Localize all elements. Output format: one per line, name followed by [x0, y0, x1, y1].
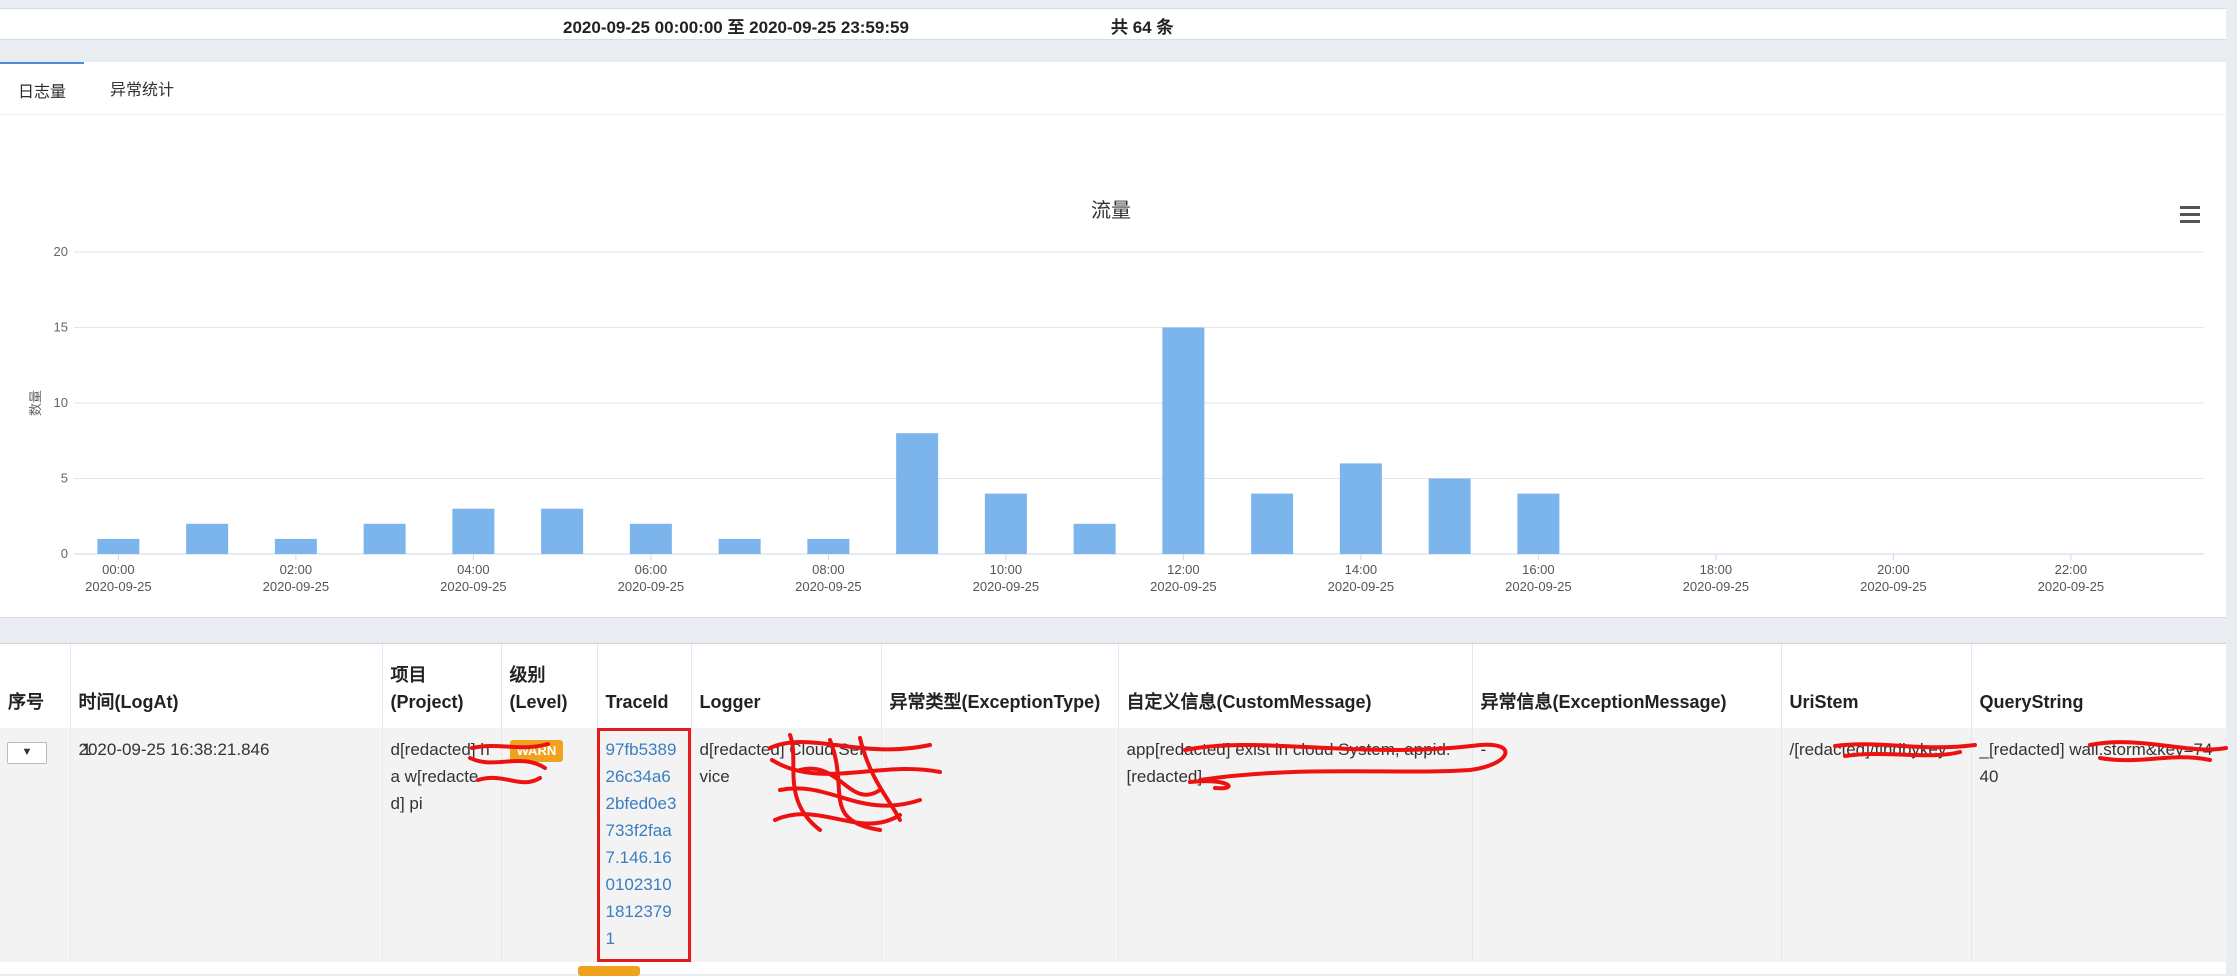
row-index-cell: ▼ [0, 728, 70, 962]
col-log-at[interactable]: 时间(LogAt) [69, 644, 382, 728]
bar [1251, 493, 1294, 554]
bar [807, 538, 850, 554]
exception-message-cell: - [1471, 728, 1781, 962]
chart-panel: 日志量 异常统计 流量 0 5 10 15 20 数量 00:00 2020-09-25 02:0… [0, 62, 2226, 618]
x-tick-time: 22:00 [2055, 562, 2088, 577]
trace-id-link[interactable]: 97fb538926c34a62bfed0e3733f2faa7.146.160… [606, 736, 680, 952]
x-tick-time: 08:00 [812, 562, 845, 577]
project-cell: d[redacted] ha w[redacted] pi [381, 728, 501, 962]
bar [541, 508, 584, 554]
y-tick-label: 5 [61, 471, 68, 486]
bar [718, 538, 761, 554]
trace-id-cell[interactable]: 97fb538926c34a62bfed0e3733f2faa7.146.160… [596, 728, 691, 962]
uri-stem-cell: /[redacted]/findbykey [1780, 728, 1971, 962]
y-tick-label: 10 [54, 395, 68, 410]
exception-type-cell: - [880, 728, 1118, 962]
x-tick-date: 2020-09-25 [2038, 579, 2105, 594]
col-index[interactable]: 序号 [0, 644, 70, 728]
x-tick-time: 14:00 [1345, 562, 1378, 577]
x-tick-date: 2020-09-25 [263, 579, 330, 594]
date-range-label: 2020-09-25 00:00:00 至 2020-09-25 23:59:5… [563, 18, 909, 37]
x-tick-time: 10:00 [990, 562, 1023, 577]
x-tick-time: 02:00 [280, 562, 313, 577]
next-row-level-badge [578, 966, 640, 976]
x-tick-date: 2020-09-25 [618, 579, 685, 594]
x-tick-time: 06:00 [635, 562, 668, 577]
x-tick-date: 2020-09-25 [1505, 579, 1572, 594]
bar [1162, 327, 1205, 554]
y-axis-label: 数量 [29, 390, 44, 416]
hamburger-icon[interactable] [2180, 206, 2200, 223]
x-tick-time: 20:00 [1877, 562, 1910, 577]
log-time: 2020-09-25 16:38:21.846 [78, 740, 270, 759]
legend-item[interactable]: PV [1114, 613, 1133, 614]
x-tick-time: 00:00 [102, 562, 135, 577]
x-tick-date: 2020-09-25 [1150, 579, 1217, 594]
time-cell: 1 2020-09-25 16:38:21.846 [69, 728, 382, 962]
log-table: 序号 时间(LogAt) 项目(Project) 级别(Level) Trace… [0, 643, 2226, 974]
custom-message-cell: app[redacted] exist in cloud System, app… [1117, 728, 1472, 962]
total-count-label: 共 64 条 [1111, 18, 1174, 37]
col-custom-message[interactable]: 自定义信息(CustomMessage) [1117, 644, 1472, 728]
level-badge: WARN [509, 740, 564, 762]
tab-log-volume[interactable]: 日志量 [0, 62, 84, 116]
col-logger[interactable]: Logger [690, 644, 881, 728]
x-tick-time: 18:00 [1700, 562, 1733, 577]
bar [1517, 493, 1560, 554]
y-tick-label: 20 [54, 244, 68, 259]
x-tick-date: 2020-09-25 [973, 579, 1040, 594]
logger-cell: d[redacted] Cloud Service [690, 728, 881, 962]
range-summary-bar: 2020-09-25 00:00:00 至 2020-09-25 23:59:5… [0, 8, 2226, 40]
row-index: 1 [82, 740, 92, 759]
col-uri-stem[interactable]: UriStem [1780, 644, 1971, 728]
col-project[interactable]: 项目(Project) [381, 644, 501, 728]
tab-exception-stats[interactable]: 异常统计 [110, 62, 240, 114]
col-trace-id[interactable]: TraceId [596, 644, 691, 728]
bar [97, 538, 140, 554]
x-tick-date: 2020-09-25 [1860, 579, 1927, 594]
bar [984, 493, 1027, 554]
x-tick-date: 2020-09-25 [1683, 579, 1750, 594]
col-exception-type[interactable]: 异常类型(ExceptionType) [880, 644, 1118, 728]
y-tick-label: 0 [61, 546, 68, 561]
bar [186, 523, 229, 554]
bar [896, 433, 939, 554]
query-string-cell: _[redacted] wall.storm&key=7440 [1970, 728, 2226, 962]
col-level[interactable]: 级别(Level) [500, 644, 597, 728]
bar [274, 538, 317, 554]
x-tick-date: 2020-09-25 [440, 579, 507, 594]
x-tick-date: 2020-09-25 [795, 579, 862, 594]
bar [1428, 478, 1471, 554]
x-tick-time: 12:00 [1167, 562, 1200, 577]
x-tick-date: 2020-09-25 [85, 579, 152, 594]
x-tick-time: 04:00 [457, 562, 490, 577]
traffic-chart: 流量 0 5 10 15 20 数量 00:00 2020-09-25 02:00 2020-09-… [29, 199, 2204, 614]
bar [363, 523, 406, 554]
table-row[interactable]: ▼ 1 2020-09-25 16:38:21.846 d[redacted] … [0, 728, 2226, 962]
bar [1339, 463, 1382, 554]
col-exception-message[interactable]: 异常信息(ExceptionMessage) [1471, 644, 1781, 728]
level-cell: WARN [500, 728, 597, 962]
caret-down-icon[interactable]: ▼ [7, 742, 47, 764]
table-header-row: 序号 时间(LogAt) 项目(Project) 级别(Level) Trace… [0, 644, 2226, 728]
tab-bar: 日志量 异常统计 [0, 62, 2226, 115]
chart-title: 流量 [1091, 199, 1131, 222]
x-tick-time: 16:00 [1522, 562, 1555, 577]
bar [452, 508, 495, 554]
col-query-string[interactable]: QueryString [1970, 644, 2226, 728]
x-tick-date: 2020-09-25 [1328, 579, 1395, 594]
y-tick-label: 15 [54, 320, 68, 335]
bar [629, 523, 672, 554]
bar [1073, 523, 1116, 554]
